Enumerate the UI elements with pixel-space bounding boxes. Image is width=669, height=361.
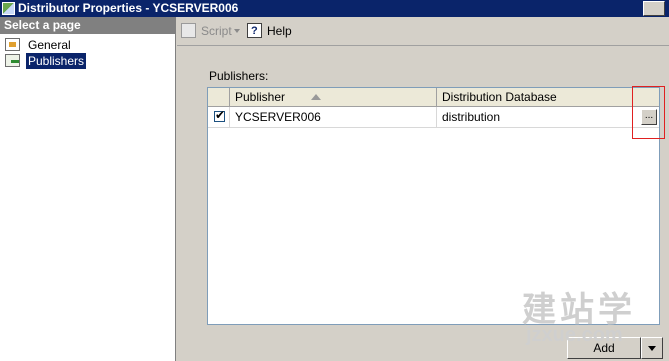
help-label: Help bbox=[267, 24, 292, 38]
sort-ascending-icon bbox=[311, 94, 321, 100]
checkbox-column-header[interactable] bbox=[208, 88, 230, 106]
column-header-label: Distribution Database bbox=[442, 90, 557, 104]
highlight-box bbox=[632, 86, 665, 139]
publishers-label: Publishers: bbox=[209, 69, 269, 83]
window-control-button[interactable] bbox=[643, 1, 665, 16]
window-title: Distributor Properties - YCSERVER006 bbox=[18, 1, 239, 15]
column-header-distribution-database[interactable]: Distribution Database bbox=[437, 88, 633, 106]
help-icon bbox=[247, 23, 262, 39]
grid-header: Publisher Distribution Database bbox=[208, 88, 659, 107]
title-bar: Distributor Properties - YCSERVER006 bbox=[0, 0, 669, 17]
table-row[interactable]: ✔ YCSERVER006 distribution ... bbox=[208, 107, 659, 128]
nav-item-label: Publishers bbox=[26, 53, 87, 69]
watermark-url: jzxue.com bbox=[526, 324, 623, 346]
checkmark-icon: ✔ bbox=[215, 108, 226, 122]
column-header-label: Publisher bbox=[235, 90, 286, 104]
watermark: 建站学 jzxue.com bbox=[522, 282, 667, 357]
distribution-database-cell[interactable]: distribution bbox=[437, 107, 633, 127]
column-header-publisher[interactable]: Publisher bbox=[230, 88, 437, 106]
script-label: Script bbox=[201, 24, 232, 38]
publishers-icon bbox=[5, 54, 20, 67]
properties-icon bbox=[5, 38, 20, 51]
publisher-cell: YCSERVER006 bbox=[230, 107, 437, 127]
select-page-header: Select a page bbox=[0, 17, 175, 34]
enable-publisher-checkbox[interactable]: ✔ bbox=[214, 108, 226, 122]
nav-item-label: General bbox=[28, 38, 71, 52]
script-dropdown-arrow-icon[interactable] bbox=[234, 29, 240, 33]
script-icon bbox=[181, 23, 196, 38]
app-icon bbox=[2, 2, 15, 15]
toolbar: Script Help bbox=[177, 17, 669, 46]
select-page-pane: Select a page General Publishers bbox=[0, 17, 176, 361]
enable-cell: ✔ bbox=[208, 107, 230, 127]
